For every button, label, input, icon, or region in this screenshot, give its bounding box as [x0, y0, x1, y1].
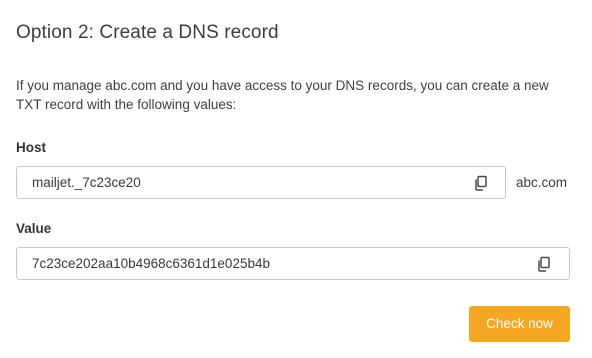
host-value: mailjet._7c23ce20 — [32, 175, 141, 190]
section-title: Option 2: Create a DNS record — [16, 22, 279, 43]
value-label: Value — [16, 221, 52, 236]
check-now-button[interactable]: Check now — [469, 306, 570, 342]
copy-icon[interactable] — [472, 174, 490, 192]
host-label: Host — [16, 140, 46, 155]
host-field: mailjet._7c23ce20 — [16, 166, 506, 199]
value-field: 7c23ce202aa10b4968c6361d1e025b4b — [16, 247, 570, 280]
host-domain-suffix: abc.com — [516, 175, 568, 190]
txt-value: 7c23ce202aa10b4968c6361d1e025b4b — [32, 256, 270, 271]
instructions-text: If you manage abc.com and you have acces… — [16, 78, 549, 112]
copy-icon[interactable] — [535, 255, 553, 273]
